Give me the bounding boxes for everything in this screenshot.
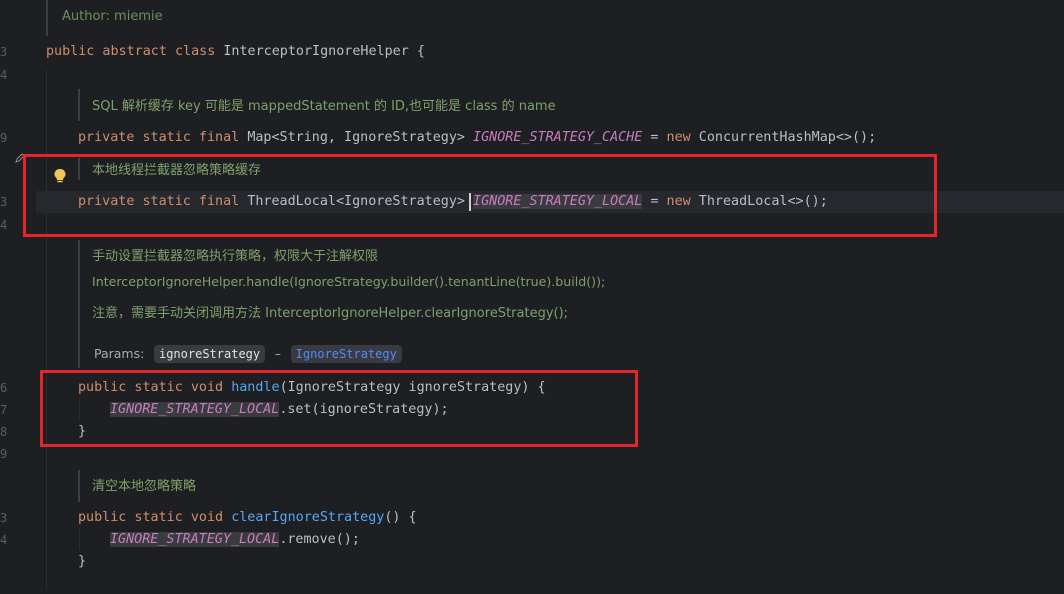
line-number: 9 [0, 131, 8, 145]
local-constant-ref: IGNORE_STRATEGY_LOCAL [110, 532, 280, 547]
line-number: 3 [0, 45, 8, 59]
doc-comment-bar [78, 89, 80, 121]
clear-method-signature[interactable]: public static void clearIgnoreStrategy()… [78, 509, 417, 527]
clear-method-body[interactable]: IGNORE_STRATEGY_LOCAL.remove(); [110, 531, 360, 549]
params-row: Params: ignoreStrategy – IgnoreStrategy [94, 343, 402, 363]
handle-doc-line1: 手动设置拦截器忽略执行策略，权限大于注解权限 [92, 249, 379, 264]
cache-field-line[interactable]: private static final Map<String, IgnoreS… [78, 129, 876, 147]
line-number: 6 [0, 381, 8, 395]
author-doc: Author: miemie [62, 9, 163, 24]
method-params: () { [384, 510, 417, 525]
cache-doc-comment: SQL 解析缓存 key 可能是 mappedStatement 的 ID,也可… [92, 99, 556, 114]
indent-guide [46, 70, 47, 590]
param-type-link[interactable]: IgnoreStrategy [290, 345, 402, 363]
line-number: 3 [0, 511, 8, 525]
new-keyword: new [666, 130, 691, 145]
line-number: 4 [0, 68, 8, 82]
line-number: 3 [0, 195, 8, 209]
line-number: 8 [0, 425, 8, 439]
field-initializer: ConcurrentHashMap<>(); [698, 130, 877, 145]
param-name-chip: ignoreStrategy [153, 345, 266, 363]
doc-comment-bar [78, 240, 80, 368]
field-modifiers: private static final [78, 130, 240, 145]
line-number-gutter: 3 4 9 3 4 6 7 8 9 3 4 [0, 0, 36, 594]
line-number: 4 [0, 533, 8, 547]
line-number: 7 [0, 403, 8, 417]
handle-doc-line3: 注意，需要手动关闭调用方法 InterceptorIgnoreHelper.cl… [92, 306, 569, 321]
handle-doc-line2: InterceptorIgnoreHelper.handle(IgnoreStr… [92, 274, 606, 289]
indent-guide [79, 528, 80, 550]
highlight-box-handle-method [40, 370, 638, 447]
assign-operator: = [650, 130, 659, 145]
highlight-box-local-field [23, 154, 937, 237]
params-label: Params: [94, 346, 145, 361]
method-call: .remove(); [279, 532, 360, 547]
param-separator: – [274, 346, 282, 361]
class-open-brace: { [416, 44, 425, 59]
class-keyword: public abstract class [46, 44, 216, 59]
doc-comment-bar [78, 470, 80, 502]
cache-constant: IGNORE_STRATEGY_CACHE [473, 130, 643, 145]
doc-comment-bar [46, 0, 48, 36]
line-number: 9 [0, 447, 8, 461]
method-modifiers: public static void [78, 510, 224, 525]
clear-doc-comment: 清空本地忽略策略 [92, 479, 197, 494]
class-declaration[interactable]: public abstract class InterceptorIgnoreH… [46, 43, 425, 61]
field-type: Map<String, IgnoreStrategy> [247, 130, 465, 145]
line-number: 4 [0, 218, 8, 232]
clear-method-close: } [78, 554, 87, 569]
clear-method-name[interactable]: clearIgnoreStrategy [231, 510, 384, 525]
class-name: InterceptorIgnoreHelper [223, 44, 409, 59]
